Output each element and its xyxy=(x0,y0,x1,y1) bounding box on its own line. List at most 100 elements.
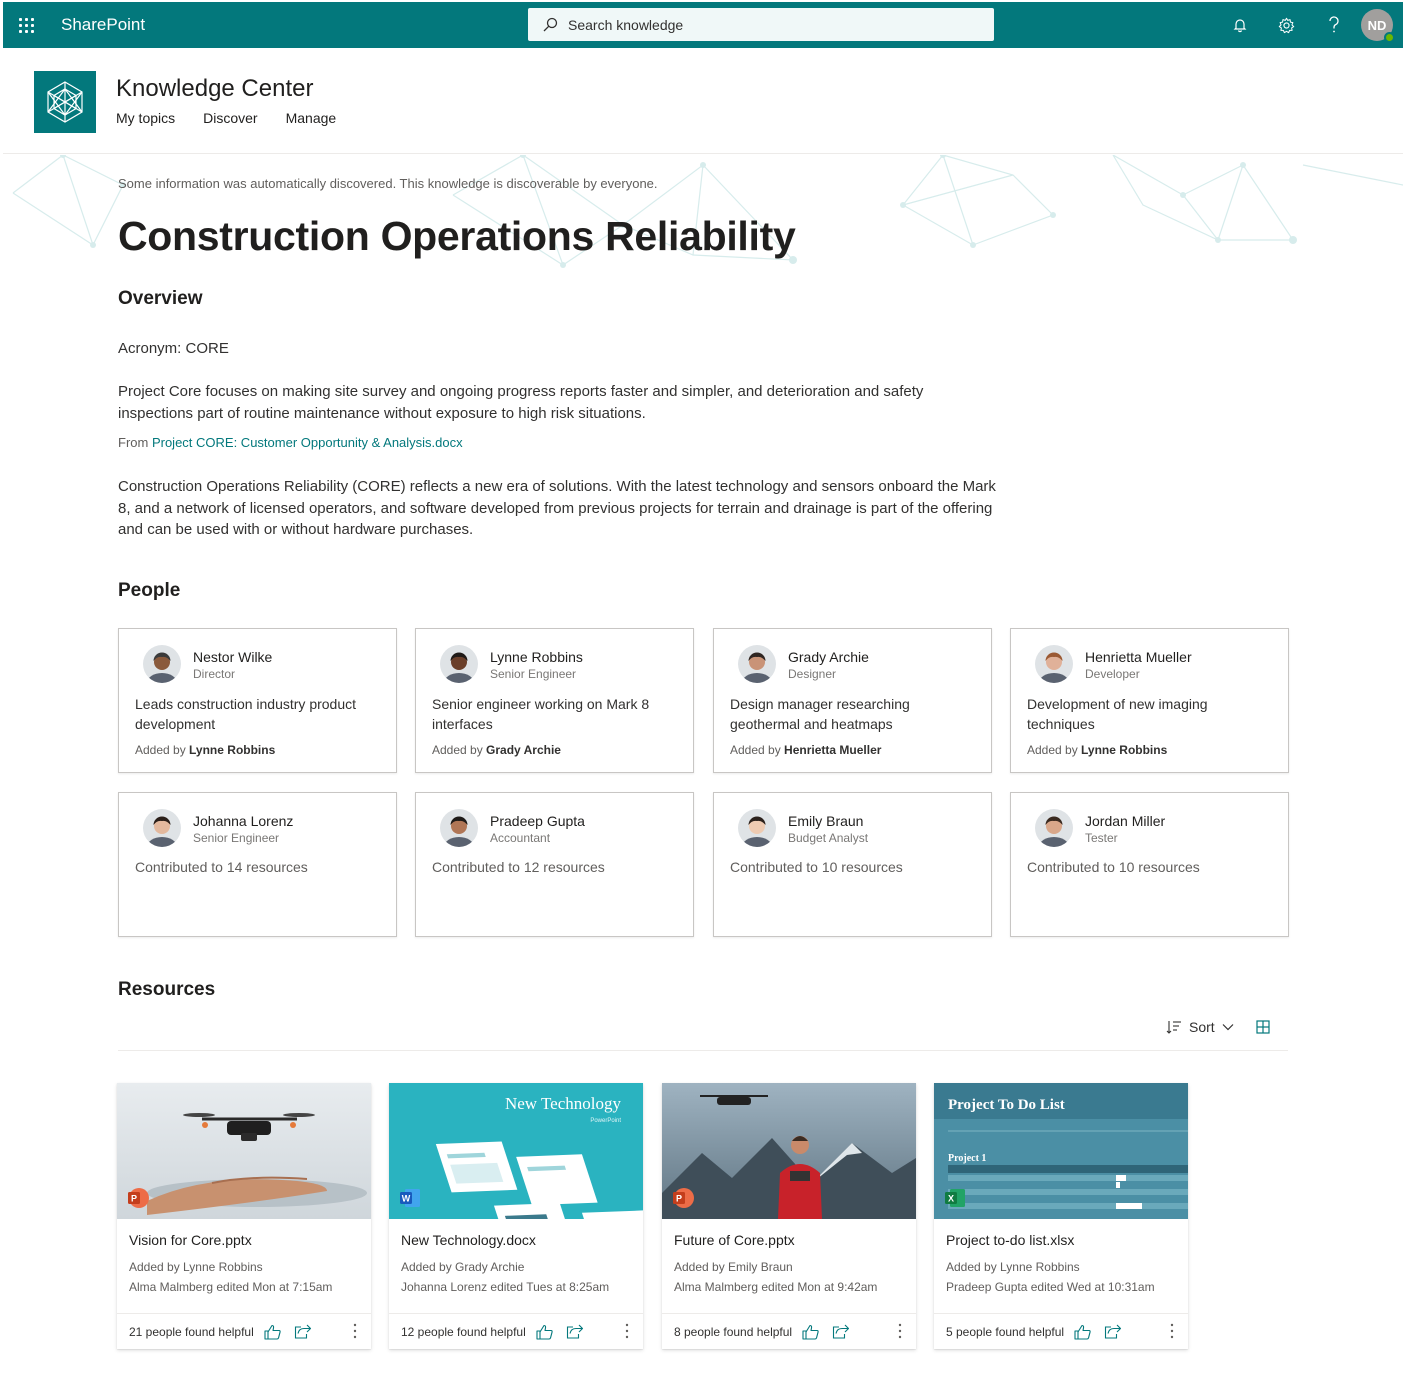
resource-card[interactable]: P Future of Core.pptx Added by Emily Braun… xyxy=(662,1083,916,1349)
more-options-button[interactable] xyxy=(1170,1323,1174,1339)
source-attribution: From Project CORE: Customer Opportunity … xyxy=(118,435,463,450)
app-launcher-button[interactable] xyxy=(3,2,49,48)
person-card[interactable]: Johanna Lorenz Senior Engineer Contributed… xyxy=(118,792,397,937)
search-box[interactable]: Search knowledge xyxy=(528,8,994,41)
bell-icon xyxy=(1233,19,1246,33)
helpful-count: 12 people found helpful xyxy=(401,1324,526,1339)
person-role: Tester xyxy=(1085,831,1118,845)
person-description: Development of new imaging techniques xyxy=(1027,696,1208,732)
person-photo[interactable] xyxy=(440,809,478,847)
drone-pilot-mountains-image xyxy=(662,1083,916,1219)
person-photo[interactable] xyxy=(1035,809,1073,847)
suite-bar: SharePoint Search knowledge ND xyxy=(3,2,1403,48)
overview-paragraph-2: Construction Operations Reliability (COR… xyxy=(118,478,996,538)
thumb-title: New Technology xyxy=(505,1094,622,1113)
resource-title[interactable]: Project to-do list.xlsx xyxy=(946,1232,1074,1248)
person-photo[interactable] xyxy=(143,809,181,847)
person-name[interactable]: Grady Archie xyxy=(788,649,869,665)
grid-view-button[interactable] xyxy=(1256,1020,1270,1034)
presence-indicator xyxy=(1384,32,1395,43)
notifications-button[interactable] xyxy=(1216,2,1263,48)
person-contributions: Contributed to 10 resources xyxy=(1027,859,1200,875)
chevron-down-icon xyxy=(1222,1024,1234,1031)
thumb-title: Project To Do List xyxy=(948,1097,1065,1113)
site-navigation: My topics Discover Manage xyxy=(116,110,336,126)
person-name[interactable]: Johanna Lorenz xyxy=(193,813,293,829)
person-photo[interactable] xyxy=(738,645,776,683)
resource-thumbnail[interactable]: P xyxy=(662,1083,916,1219)
thumbs-up-icon xyxy=(264,1324,281,1340)
settings-button[interactable] xyxy=(1263,2,1310,48)
person-card[interactable]: Pradeep Gupta Accountant Contributed to 12… xyxy=(415,792,694,937)
person-name[interactable]: Nestor Wilke xyxy=(193,649,272,665)
person-role: Director xyxy=(193,667,236,681)
person-card[interactable]: Jordan Miller Tester Contributed to 10 res… xyxy=(1010,792,1289,937)
excel-file-icon: X xyxy=(945,1189,965,1207)
person-name[interactable]: Jordan Miller xyxy=(1085,813,1165,829)
nav-discover[interactable]: Discover xyxy=(203,110,257,126)
more-options-button[interactable] xyxy=(353,1323,357,1339)
nav-my-topics[interactable]: My topics xyxy=(116,110,175,126)
person-photo[interactable] xyxy=(1035,645,1073,683)
source-document-link[interactable]: Project CORE: Customer Opportunity & Ana… xyxy=(152,435,463,450)
added-by-prefix: Added by xyxy=(730,743,785,757)
person-photo[interactable] xyxy=(738,809,776,847)
more-options-button[interactable] xyxy=(898,1323,902,1339)
resource-last-edited: Alma Malmberg edited Mon at 9:42am xyxy=(674,1280,878,1294)
share-button[interactable] xyxy=(294,1324,311,1339)
added-by-prefix: Added by xyxy=(432,743,487,757)
topic-title: Construction Operations Reliability xyxy=(118,213,796,259)
like-button[interactable] xyxy=(536,1324,553,1340)
person-name[interactable]: Lynne Robbins xyxy=(490,649,583,665)
person-name[interactable]: Henrietta Mueller xyxy=(1085,649,1192,665)
help-button[interactable] xyxy=(1310,2,1357,48)
site-header: Knowledge Center My topics Discover Mana… xyxy=(3,48,1403,154)
added-by: Added by Grady Archie xyxy=(432,743,561,757)
thumb-subtitle: Project 1 xyxy=(948,1153,986,1164)
person-card[interactable]: Emily Braun Budget Analyst Contributed to … xyxy=(713,792,992,937)
resource-card[interactable]: New Technology PowerPoint W New Technolog… xyxy=(389,1083,643,1349)
resource-thumbnail[interactable]: New Technology PowerPoint W xyxy=(389,1083,643,1219)
added-by-name: Henrietta Mueller xyxy=(784,743,882,757)
nav-manage[interactable]: Manage xyxy=(286,110,337,126)
resource-thumbnail[interactable]: Project To Do List Project 1 X xyxy=(934,1083,1188,1219)
person-role: Senior Engineer xyxy=(193,831,280,845)
more-vertical-icon xyxy=(625,1323,629,1339)
like-button[interactable] xyxy=(1074,1324,1091,1340)
resource-added-by: Added by Grady Archie xyxy=(401,1260,525,1274)
person-contributions: Contributed to 12 resources xyxy=(432,859,605,875)
person-card[interactable]: Lynne Robbins Senior Engineer Senior engin… xyxy=(415,628,694,773)
waffle-icon xyxy=(18,17,34,33)
added-by: Added by Lynne Robbins xyxy=(135,743,275,757)
person-photo[interactable] xyxy=(440,645,478,683)
resource-title[interactable]: Vision for Core.pptx xyxy=(129,1232,252,1248)
share-button[interactable] xyxy=(832,1324,850,1339)
person-photo[interactable] xyxy=(143,645,181,683)
resource-title[interactable]: Future of Core.pptx xyxy=(674,1232,795,1248)
person-card[interactable]: Nestor Wilke Director Leads construction i… xyxy=(118,628,397,773)
person-role: Developer xyxy=(1085,667,1140,681)
person-name[interactable]: Emily Braun xyxy=(788,813,863,829)
resource-card[interactable]: P Vision for Core.pptx Added by Lynne Robb… xyxy=(117,1083,371,1349)
resource-card[interactable]: Project To Do List Project 1 X Project to… xyxy=(934,1083,1188,1349)
like-button[interactable] xyxy=(802,1324,819,1340)
person-card[interactable]: Henrietta Mueller Developer Development of… xyxy=(1010,628,1289,773)
resource-title[interactable]: New Technology.docx xyxy=(401,1232,536,1248)
resource-footer: 8 people found helpful xyxy=(662,1313,916,1349)
sort-button[interactable]: Sort xyxy=(1166,1019,1234,1035)
more-options-button[interactable] xyxy=(625,1323,629,1339)
person-card[interactable]: Grady Archie Designer Design manager resea… xyxy=(713,628,992,773)
like-button[interactable] xyxy=(264,1324,281,1340)
share-button[interactable] xyxy=(1104,1324,1122,1339)
source-prefix: From xyxy=(118,435,152,450)
site-title[interactable]: Knowledge Center xyxy=(116,75,313,103)
user-avatar[interactable]: ND xyxy=(1361,9,1395,43)
app-brand[interactable]: SharePoint xyxy=(61,15,145,35)
person-name[interactable]: Pradeep Gupta xyxy=(490,813,585,829)
share-button[interactable] xyxy=(566,1324,583,1339)
site-logo[interactable] xyxy=(34,71,96,133)
resource-thumbnail[interactable]: P xyxy=(117,1083,371,1219)
resource-last-edited: Johanna Lorenz edited Tues at 8:25am xyxy=(401,1280,610,1294)
user-initials: ND xyxy=(1367,17,1387,33)
person-description: Design manager researching geothermal an… xyxy=(730,696,910,732)
